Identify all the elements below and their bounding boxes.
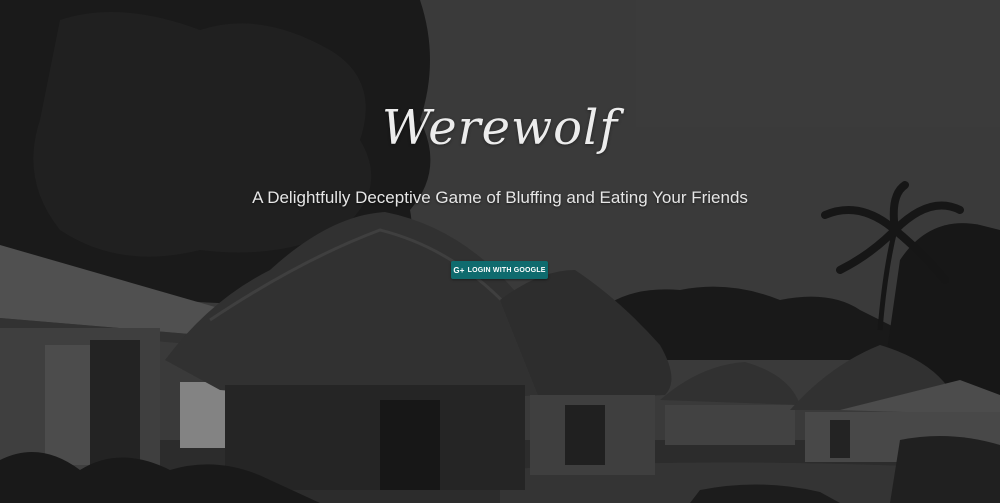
page-title: Werewolf: [381, 100, 619, 156]
google-plus-icon: G+: [453, 265, 465, 275]
login-with-google-button[interactable]: G+ LOGIN WITH GOOGLE: [451, 261, 548, 279]
tagline: A Delightfully Deceptive Game of Bluffin…: [252, 188, 748, 207]
login-button-label: LOGIN WITH GOOGLE: [467, 266, 546, 274]
dark-overlay: [0, 0, 1000, 503]
hero-section: Werewolf A Delightfully Deceptive Game o…: [0, 0, 1000, 503]
